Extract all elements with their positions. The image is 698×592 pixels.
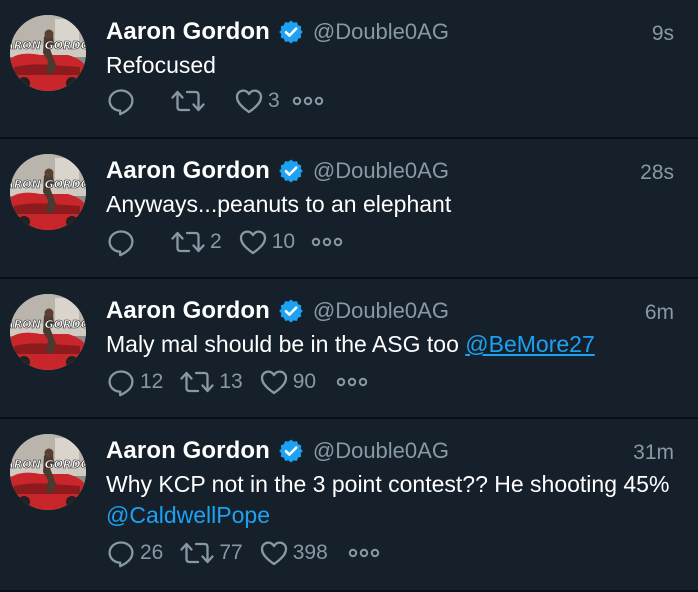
tweet-text: Why KCP not in the 3 point contest?? He … [106,469,686,531]
author-name[interactable]: Aaron Gordon [106,297,270,325]
avatar[interactable] [10,434,86,510]
reply-button[interactable]: 26 [106,538,163,568]
verified-badge-icon [278,158,304,184]
tweet-header: Aaron Gordon @Double0AG [106,436,449,466]
tweet-header: Aaron Gordon @Double0AG [106,17,449,47]
more-icon [348,546,380,560]
more-icon [336,375,368,389]
author-handle[interactable]: @Double0AG [313,438,449,464]
avatar-image [10,294,86,370]
reply-button[interactable] [106,86,140,116]
verified-badge-icon [278,298,304,324]
heart-icon [238,227,268,257]
reply-icon [106,227,136,257]
reply-count: 12 [140,370,164,393]
tweet-timestamp[interactable]: 6m [645,301,674,325]
tweet[interactable]: Aaron Gordon @Double0AG 6m Maly mal shou… [0,279,698,419]
tweet[interactable]: Aaron Gordon @Double0AG 9s Refocused 3 [0,0,698,139]
tweet-actions: 26 77 398 [106,536,380,570]
author-name[interactable]: Aaron Gordon [106,157,270,185]
tweet[interactable]: Aaron Gordon @Double0AG 28s Anyways...pe… [0,139,698,279]
verified-badge-icon [278,19,304,45]
avatar[interactable] [10,15,86,91]
author-name[interactable]: Aaron Gordon [106,437,270,465]
reply-icon [106,538,136,568]
retweet-count: 13 [219,370,243,393]
like-button[interactable]: 398 [259,538,328,568]
tweet-text: Anyways...peanuts to an elephant [106,189,686,220]
author-handle[interactable]: @Double0AG [313,298,449,324]
mention-link[interactable]: @BeMore27 [465,331,594,357]
like-button[interactable]: 3 [234,86,280,116]
more-button[interactable] [311,235,343,249]
heart-icon [259,538,289,568]
retweet-icon [170,227,206,257]
heart-icon [234,86,264,116]
retweet-button[interactable] [170,86,210,116]
reply-button[interactable]: 12 [106,367,163,397]
more-button[interactable] [336,375,368,389]
tweet-actions: 3 [106,84,324,118]
tweet-body: Refocused [106,52,216,78]
tweet-body: Anyways...peanuts to an elephant [106,191,452,217]
tweet-text: Maly mal should be in the ASG too @BeMor… [106,329,686,360]
avatar-image [10,434,86,510]
like-count: 10 [271,230,296,253]
retweet-count: 2 [210,230,222,253]
heart-icon [259,367,289,397]
mention-link[interactable]: @CaldwellPope [106,502,270,528]
tweet-header: Aaron Gordon @Double0AG [106,156,449,186]
more-icon [311,235,343,249]
retweet-icon [179,538,215,568]
tweet-actions: 12 13 90 [106,365,368,399]
tweet-feed: Aaron Gordon @Double0AG 9s Refocused 3 A… [0,0,698,592]
retweet-icon [179,367,215,397]
tweet[interactable]: Aaron Gordon @Double0AG 31m Why KCP not … [0,419,698,592]
tweet-body: Maly mal should be in the ASG too [106,331,466,357]
reply-icon [106,86,136,116]
tweet-timestamp[interactable]: 9s [652,22,674,46]
like-count: 398 [292,541,328,564]
retweet-button[interactable]: 13 [179,367,243,397]
tweet-text: Refocused [106,50,686,81]
verified-badge-icon [278,438,304,464]
avatar[interactable] [10,294,86,370]
like-button[interactable]: 10 [238,227,295,257]
like-count: 90 [292,370,317,393]
retweet-count: 77 [219,541,243,564]
reply-count: 26 [140,541,164,564]
reply-icon [106,367,136,397]
more-icon [292,94,324,108]
avatar-image [10,154,86,230]
reply-button[interactable] [106,227,140,257]
tweet-header: Aaron Gordon @Double0AG [106,296,449,326]
author-handle[interactable]: @Double0AG [313,19,449,45]
more-button[interactable] [348,546,380,560]
avatar-image [10,15,86,91]
like-count: 3 [268,89,280,112]
author-handle[interactable]: @Double0AG [313,158,449,184]
retweet-button[interactable]: 77 [179,538,243,568]
retweet-icon [170,86,206,116]
tweet-timestamp[interactable]: 31m [633,441,674,465]
tweet-actions: 2 10 [106,225,343,259]
tweet-body: Why KCP not in the 3 point contest?? He … [106,471,670,497]
avatar[interactable] [10,154,86,230]
more-button[interactable] [292,94,324,108]
author-name[interactable]: Aaron Gordon [106,18,270,46]
like-button[interactable]: 90 [259,367,316,397]
tweet-timestamp[interactable]: 28s [640,161,674,185]
retweet-button[interactable]: 2 [170,227,222,257]
